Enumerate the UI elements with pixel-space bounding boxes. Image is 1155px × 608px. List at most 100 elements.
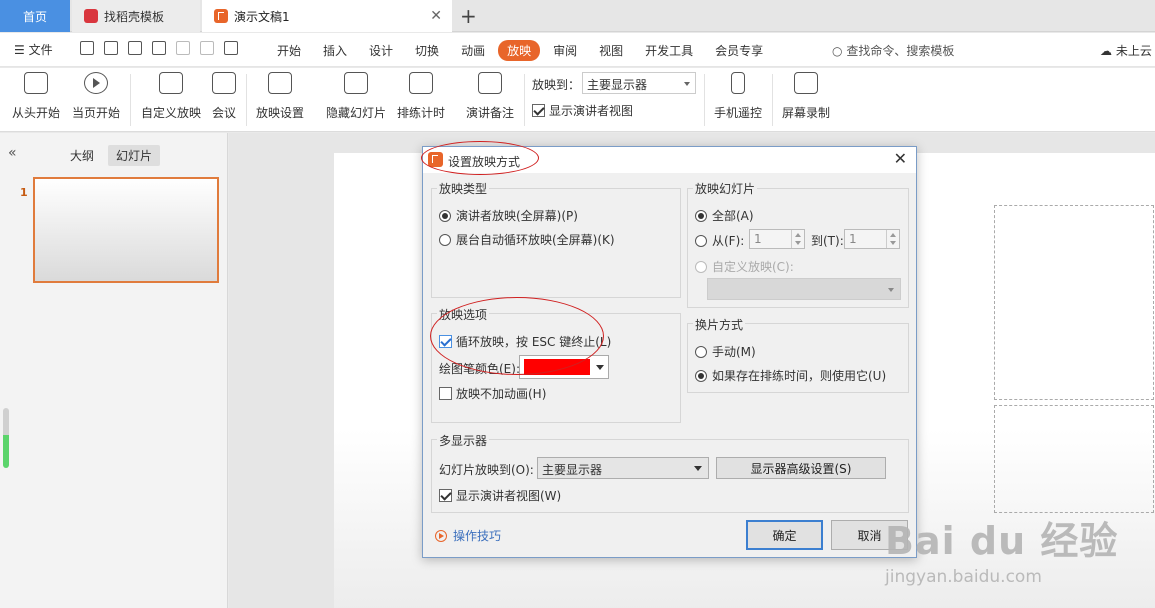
radio-custom-show[interactable]: 自定义放映(C):	[695, 258, 794, 275]
radio-presenter-mode[interactable]: 演讲者放映(全屏幕)(P)	[439, 207, 578, 224]
loop-label: 循环放映，按 ESC 键终止(L)	[456, 335, 612, 349]
slide-number: 1	[20, 186, 28, 199]
cloud-status[interactable]: ☁ 未上云	[1100, 42, 1152, 59]
radio-use-timings[interactable]: 如果存在排练时间，则使用它(U)	[695, 367, 886, 384]
menu-slideshow[interactable]: 放映	[498, 40, 541, 61]
radio-all-slides[interactable]: 全部(A)	[695, 207, 754, 224]
to-slide-stepper[interactable]: 1	[844, 229, 900, 249]
slideshow-settings-dialog: 设置放映方式 ✕ 放映类型 演讲者放映(全屏幕)(P) 展台自动循环放映(全屏幕…	[422, 146, 917, 558]
tab-slides[interactable]: 幻灯片	[108, 145, 161, 166]
menu-review[interactable]: 审阅	[544, 40, 586, 61]
menu-transition[interactable]: 切换	[406, 40, 448, 61]
hamburger-icon: ☰	[14, 43, 25, 57]
screen-record-label: 屏幕录制	[782, 106, 831, 120]
subtitle-placeholder[interactable]	[994, 405, 1154, 513]
menu-developer[interactable]: 开发工具	[636, 40, 702, 61]
menu-home[interactable]: 开始	[268, 40, 310, 61]
ribbon-divider	[130, 74, 131, 126]
presenter-view-checkbox[interactable]: 显示演讲者视图	[532, 102, 633, 119]
tips-label: 操作技巧	[453, 529, 502, 543]
monitor-advanced-button[interactable]: 显示器高级设置(S)	[716, 457, 886, 479]
custom-show-label: 自定义放映	[141, 106, 202, 120]
tab-document-label: 演示文稿1	[234, 9, 290, 24]
menu-member[interactable]: 会员专享	[706, 40, 772, 61]
tab-template[interactable]: 找稻壳模板	[72, 0, 200, 32]
output-select[interactable]: 主要显示器	[582, 72, 696, 94]
from-current-button[interactable]: 当页开始	[72, 72, 120, 121]
radio-manual[interactable]: 手动(M)	[695, 343, 756, 360]
from-start-button[interactable]: 从头开始	[12, 72, 60, 121]
file-menu-label: 文件	[28, 43, 53, 57]
export-icon[interactable]	[104, 41, 118, 55]
custom-show-button[interactable]: 自定义放映	[141, 72, 201, 121]
quick-access-toolbar	[80, 41, 238, 55]
menu-animation[interactable]: 动画	[452, 40, 494, 61]
tips-link[interactable]: 操作技巧	[435, 527, 501, 544]
stepper-arrows-icon[interactable]	[886, 230, 899, 248]
pen-color-swatch	[524, 359, 590, 375]
phone-remote-button[interactable]: 手机遥控	[714, 72, 762, 121]
screen-record-icon	[794, 72, 818, 94]
rehearse-label: 排练计时	[397, 106, 446, 120]
menu-insert[interactable]: 插入	[314, 40, 356, 61]
from-slide-value: 1	[754, 232, 762, 246]
title-placeholder[interactable]	[994, 205, 1154, 400]
close-icon[interactable]: ✕	[894, 149, 907, 168]
ribbon-divider	[246, 74, 247, 126]
hide-slide-button[interactable]: 隐藏幻灯片	[326, 72, 386, 121]
no-animation-checkbox[interactable]: 放映不加动画(H)	[439, 385, 546, 402]
dropdown-icon[interactable]	[224, 41, 238, 55]
to-slide-value: 1	[849, 232, 857, 246]
print-icon[interactable]	[128, 41, 142, 55]
stepper-arrows-icon[interactable]	[791, 230, 804, 248]
show-type-title: 放映类型	[437, 180, 490, 197]
tab-home[interactable]: 首页	[0, 0, 70, 32]
collapse-panel-icon[interactable]: «	[8, 145, 17, 161]
from-slide-stepper[interactable]: 1	[749, 229, 805, 249]
loop-checkbox[interactable]: 循环放映，按 ESC 键终止(L)	[439, 333, 611, 350]
timer-icon	[409, 72, 433, 94]
radio-timings-label: 如果存在排练时间，则使用它(U)	[712, 369, 887, 383]
play-circle-icon	[435, 529, 447, 542]
from-start-label: 从头开始	[12, 106, 61, 120]
play-icon	[84, 72, 108, 94]
command-search[interactable]: ○ 查找命令、搜索模板	[832, 42, 954, 59]
output-label: 放映到：	[532, 78, 581, 92]
menu-view[interactable]: 视图	[590, 40, 632, 61]
custom-show-select[interactable]	[707, 278, 901, 300]
checkbox-checked	[532, 104, 545, 117]
show-settings-button[interactable]: 放映设置	[256, 72, 304, 121]
radio-kiosk-mode[interactable]: 展台自动循环放映(全屏幕)(K)	[439, 231, 615, 248]
slide-thumbnail[interactable]	[33, 177, 219, 283]
ok-button[interactable]: 确定	[746, 520, 823, 550]
add-tab-icon[interactable]: +	[460, 4, 477, 28]
radio-from-label: 从(F):	[712, 234, 745, 248]
save-icon[interactable]	[80, 41, 94, 55]
close-tab-icon[interactable]: ✕	[430, 8, 442, 24]
undo-icon[interactable]	[176, 41, 190, 55]
docer-logo-icon	[84, 9, 98, 23]
tab-document[interactable]: 演示文稿1 ✕	[202, 0, 452, 32]
tab-outline[interactable]: 大纲	[62, 145, 102, 166]
redo-icon[interactable]	[200, 41, 214, 55]
meeting-button[interactable]: 会议	[212, 72, 236, 121]
presenter-view-dialog-checkbox[interactable]: 显示演讲者视图(W)	[439, 487, 561, 504]
screen-record-button[interactable]: 屏幕录制	[782, 72, 830, 121]
radio-from-slide[interactable]: 从(F):	[695, 232, 744, 249]
advance-title: 换片方式	[693, 316, 746, 333]
menu-design[interactable]: 设计	[360, 40, 402, 61]
radio-unselected-icon	[695, 234, 707, 247]
play-from-start-icon	[24, 72, 48, 94]
radio-kiosk-label: 展台自动循环放映(全屏幕)(K)	[456, 233, 615, 247]
pen-color-picker[interactable]	[519, 355, 609, 379]
rehearse-button[interactable]: 排练计时	[397, 72, 445, 121]
show-on-select[interactable]: 主要显示器	[537, 457, 709, 479]
notes-button[interactable]: 演讲备注	[466, 72, 514, 121]
radio-selected-icon	[695, 369, 707, 382]
scroll-indicator[interactable]	[3, 408, 9, 468]
watermark-url: jingyan.baidu.com	[885, 567, 1042, 587]
preview-icon[interactable]	[152, 41, 166, 55]
checkbox-checked	[439, 335, 452, 348]
meeting-label: 会议	[212, 106, 237, 120]
file-menu[interactable]: ☰ 文件	[14, 41, 53, 58]
